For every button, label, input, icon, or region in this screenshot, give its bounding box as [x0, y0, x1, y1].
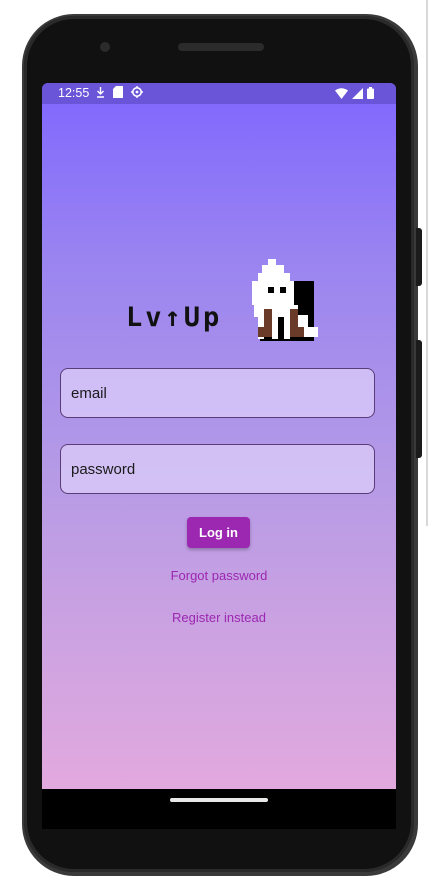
signal-icon	[352, 87, 363, 102]
app-logo-text: Lv↑Up	[126, 302, 223, 333]
status-icons-left	[96, 86, 143, 101]
download-icon	[96, 86, 105, 101]
app-screen: 12:55 Lv↑Up email Log in Forgot password…	[42, 83, 396, 789]
wifi-icon	[335, 87, 348, 102]
volume-button[interactable]	[416, 340, 422, 458]
email-field[interactable]	[60, 368, 375, 418]
navigation-bar	[42, 789, 396, 829]
earpiece-speaker	[178, 43, 264, 51]
forgot-password-link[interactable]: Forgot password	[42, 568, 396, 583]
status-icons-right	[335, 87, 374, 102]
password-field[interactable]	[60, 444, 375, 494]
settings-gear-icon	[131, 86, 143, 101]
register-link[interactable]: Register instead	[42, 610, 396, 625]
home-gesture-handle[interactable]	[170, 798, 268, 802]
battery-icon	[367, 87, 374, 102]
password-input[interactable]	[61, 445, 374, 493]
email-input[interactable]	[61, 369, 374, 417]
login-button[interactable]: Log in	[187, 517, 250, 548]
front-camera	[100, 42, 110, 52]
status-time: 12:55	[58, 86, 90, 100]
sd-card-icon	[113, 86, 123, 101]
ghost-mascot-icon	[248, 253, 324, 346]
power-button[interactable]	[416, 228, 422, 286]
status-bar: 12:55	[42, 83, 396, 104]
